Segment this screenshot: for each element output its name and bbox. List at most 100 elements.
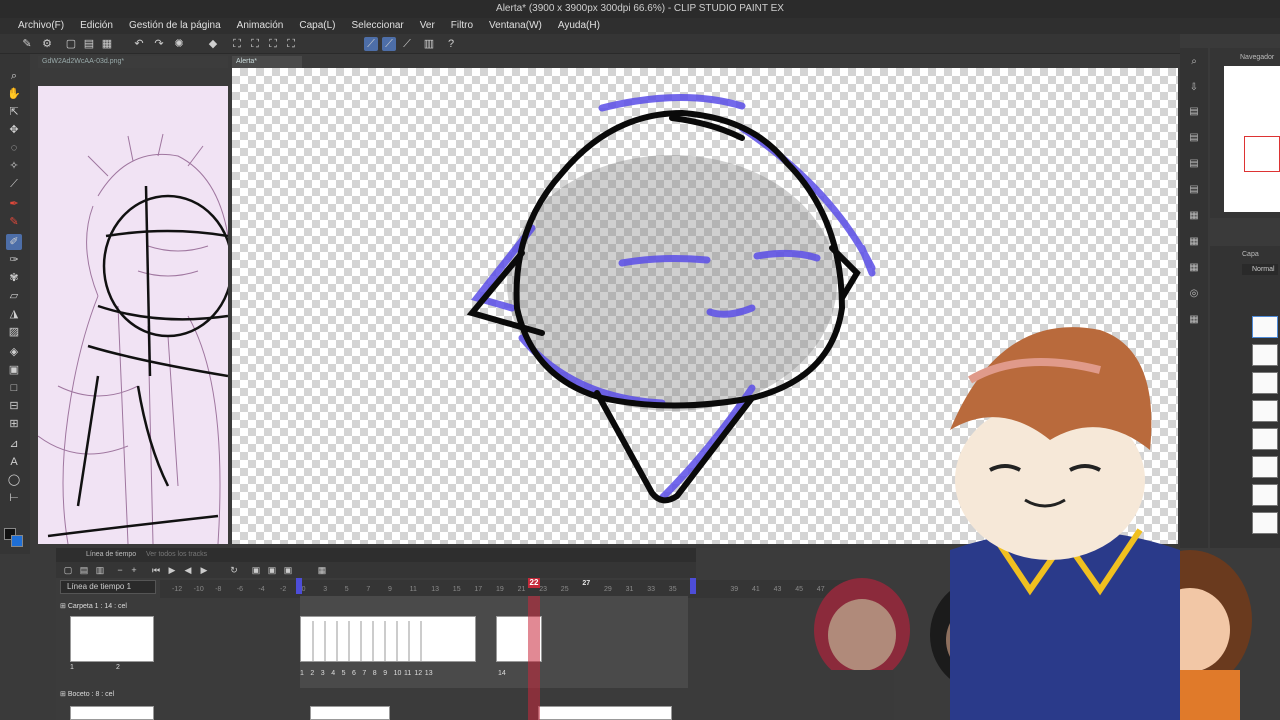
cel-block[interactable] — [538, 706, 672, 720]
cel-sequence[interactable] — [300, 616, 476, 662]
sub-color-swatch[interactable] — [11, 535, 23, 547]
panel6-icon[interactable]: ▦ — [1186, 236, 1202, 250]
correct-line-icon[interactable]: ⊢ — [6, 490, 22, 506]
panel4-icon[interactable]: ▤ — [1186, 184, 1202, 198]
next-frame-icon[interactable]: ▶ — [198, 564, 210, 576]
figure-icon[interactable]: □ — [6, 380, 22, 396]
fill-icon[interactable]: ◆ — [206, 37, 220, 51]
open-file-icon[interactable]: ▤ — [82, 37, 96, 51]
clear-icon[interactable]: ✺ — [172, 37, 186, 51]
new-file-icon[interactable]: ▢ — [64, 37, 78, 51]
fill-tool-icon[interactable]: ▨ — [6, 324, 22, 340]
tool-property-icon[interactable]: ✎ — [20, 37, 34, 51]
scale-icon[interactable]: ⛶ — [248, 37, 262, 51]
menu-archivo[interactable]: Archivo(F) — [10, 18, 72, 34]
tab-main[interactable]: Alerta* — [232, 56, 302, 68]
wand-icon[interactable]: ✧ — [6, 158, 22, 174]
end-marker[interactable] — [690, 578, 696, 594]
menu-edicion[interactable]: Edición — [72, 18, 121, 34]
blend-mode-select[interactable]: Normal — [1242, 264, 1278, 275]
export-icon[interactable]: ⇩ — [1186, 82, 1202, 96]
gear-icon[interactable]: ⚙ — [40, 37, 54, 51]
redo-icon[interactable]: ↷ — [152, 37, 166, 51]
command-bar: ✎ ⚙ ▢ ▤ ▦ ↶ ↷ ✺ ◆ ⛶ ⛶ ⛶ ⛶ ⟋ ⟋ ⟋ ▥ ? — [0, 34, 1180, 54]
airbrush-icon[interactable]: ✑ — [6, 252, 22, 268]
pencil-icon[interactable]: ✎ — [6, 214, 22, 230]
snap-special-icon[interactable]: ⟋ — [382, 37, 396, 51]
panel2-icon[interactable]: ▤ — [1186, 132, 1202, 146]
panel3-icon[interactable]: ▤ — [1186, 158, 1202, 172]
brush-icon[interactable]: ✐ — [6, 234, 22, 250]
menu-ver[interactable]: Ver — [412, 18, 443, 34]
delete-cel-icon[interactable]: ▣ — [282, 564, 294, 576]
cel-number: 7 — [362, 670, 367, 677]
frame-icon[interactable]: ⊟ — [6, 398, 22, 414]
frame-rate-icon[interactable]: ▤ — [78, 564, 90, 576]
menu-ventana[interactable]: Ventana(W) — [481, 18, 550, 34]
track-name[interactable]: ⊞ Carpeta 1 : 14 : cel — [60, 602, 127, 610]
panel7-icon[interactable]: ▦ — [1186, 262, 1202, 276]
zoom-in-icon[interactable]: + — [128, 564, 140, 576]
eraser-icon[interactable]: ▱ — [6, 288, 22, 304]
zoom-icon[interactable]: ⌕ — [6, 68, 22, 84]
onion-skin-icon[interactable]: ▦ — [316, 564, 328, 576]
cel-block[interactable] — [310, 706, 390, 720]
snap-grid-icon[interactable]: ⟋ — [400, 37, 414, 51]
menu-capa[interactable]: Capa(L) — [291, 18, 343, 34]
timeline-select[interactable]: Línea de tiempo 1 — [60, 580, 156, 594]
cel-number: 11 — [404, 670, 412, 677]
pen-icon[interactable]: ✒ — [6, 196, 22, 212]
menu-ayuda[interactable]: Ayuda(H) — [550, 18, 608, 34]
playhead[interactable] — [528, 596, 540, 720]
timeline-tab[interactable]: Línea de tiempo — [86, 551, 136, 558]
track-thumbnail[interactable] — [70, 616, 154, 662]
navigator-viewport[interactable] — [1244, 136, 1280, 172]
lasso-icon[interactable]: ◌ — [6, 140, 22, 156]
range-icon[interactable]: ▥ — [94, 564, 106, 576]
crop-icon[interactable]: ⛶ — [266, 37, 280, 51]
undo-icon[interactable]: ↶ — [132, 37, 146, 51]
operation-icon[interactable]: ⇱ — [6, 104, 22, 120]
hand-icon[interactable]: ✋ — [6, 86, 22, 102]
balloon-icon[interactable]: ◯ — [6, 472, 22, 488]
grid-icon[interactable]: ⛶ — [284, 37, 298, 51]
reference-canvas[interactable] — [38, 86, 228, 544]
panel5-icon[interactable]: ▦ — [1186, 210, 1202, 224]
ruler-tick-label: 35 — [668, 586, 677, 593]
search-icon[interactable]: ⌕ — [1186, 56, 1202, 70]
transform-icon[interactable]: ⛶ — [230, 37, 244, 51]
zoom-out-icon[interactable]: − — [114, 564, 126, 576]
play-icon[interactable]: ▶ — [166, 564, 178, 576]
panel-icon[interactable]: ▤ — [1186, 106, 1202, 120]
vector-icon[interactable]: ⊿ — [6, 436, 22, 452]
ruler-icon[interactable]: ⊞ — [6, 416, 22, 432]
ruler-tick-label: 23 — [539, 586, 547, 593]
ruler-tick-label: 7 — [366, 586, 371, 593]
save-icon[interactable]: ▦ — [100, 37, 114, 51]
blend-icon[interactable]: ◮ — [6, 306, 22, 322]
menu-filtro[interactable]: Filtro — [443, 18, 481, 34]
first-frame-icon[interactable]: ⏮ — [150, 564, 162, 576]
track-name[interactable]: ⊞ Boceto : 8 : cel — [60, 690, 114, 698]
eyedropper-icon[interactable]: ⟋ — [6, 176, 22, 192]
decoration-icon[interactable]: ✾ — [6, 270, 22, 286]
snap-ruler-icon[interactable]: ⟋ — [364, 37, 378, 51]
prev-frame-icon[interactable]: ◀ — [182, 564, 194, 576]
track-thumbnail[interactable] — [70, 706, 154, 720]
menu-animacion[interactable]: Animación — [229, 18, 292, 34]
start-marker[interactable] — [296, 578, 302, 594]
text-icon[interactable]: A — [6, 454, 22, 470]
menu-gestion-pagina[interactable]: Gestión de la página — [121, 18, 229, 34]
navigator-label: Navegador — [1240, 54, 1275, 61]
tab-reference[interactable]: GdW2Ad2WcAA-03d.png* — [38, 56, 228, 68]
bucket-icon[interactable]: ◈ — [6, 344, 22, 360]
move-icon[interactable]: ✥ — [6, 122, 22, 138]
loop-icon[interactable]: ↻ — [228, 564, 240, 576]
gradient-icon[interactable]: ▣ — [6, 362, 22, 378]
new-cel-icon[interactable]: ▣ — [250, 564, 262, 576]
menu-seleccionar[interactable]: Seleccionar — [344, 18, 412, 34]
help-icon[interactable]: ? — [444, 37, 458, 51]
layers-icon[interactable]: ▥ — [422, 37, 436, 51]
assign-cel-icon[interactable]: ▣ — [266, 564, 278, 576]
new-timeline-icon[interactable]: ▢ — [62, 564, 74, 576]
